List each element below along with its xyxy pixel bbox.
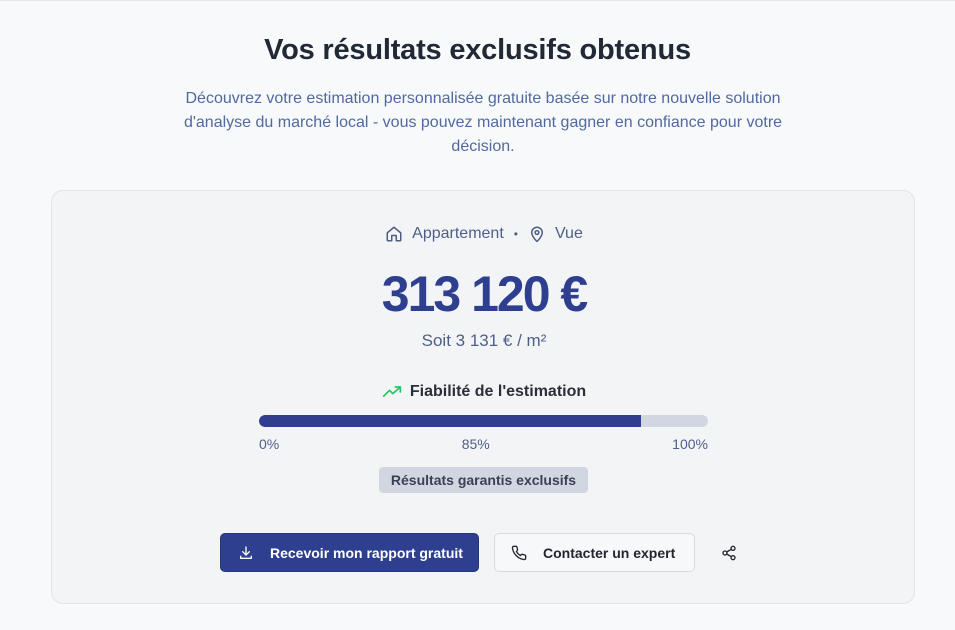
share-icon[interactable] [719,543,739,563]
scale-value: 85% [461,436,490,452]
reliability-heading: Fiabilité de l'estimation [52,382,916,402]
home-icon [385,225,403,243]
property-meta: Appartement • Vue [52,225,916,243]
page-title: Vos résultats exclusifs obtenus [264,34,691,66]
progress-scale: 0% 85% 100% [259,436,708,452]
download-report-label: Recevoir mon rapport gratuit [270,544,463,561]
trending-up-icon [382,382,402,402]
reliability-label: Fiabilité de l'estimation [409,383,587,400]
contact-expert-button[interactable]: Contacter un expert [494,533,695,572]
phone-icon [511,545,527,561]
top-divider [0,0,955,1]
contact-expert-label: Contacter un expert [543,544,676,561]
property-location: Vue [554,225,583,242]
price-per-m2: Soit 3 131 € / m² [421,331,547,350]
scale-min: 0% [259,436,280,452]
estimated-price: 313 120 € [381,266,588,322]
download-report-button[interactable]: Recevoir mon rapport gratuit [220,533,479,572]
reliability-progress-fill [259,415,641,427]
scale-max: 100% [672,436,708,452]
meta-separator: • [513,227,518,241]
guarantee-badge: Résultats garantis exclusifs [379,467,588,493]
estimate-card: Appartement • Vue 313 120 € Soit 3 131 €… [51,190,915,604]
property-type: Appartement [412,225,504,242]
download-icon [238,545,254,561]
page-subtitle: Découvrez votre estimation personnalisée… [183,90,783,155]
map-pin-icon [528,225,546,243]
reliability-progress-bar [259,415,708,427]
